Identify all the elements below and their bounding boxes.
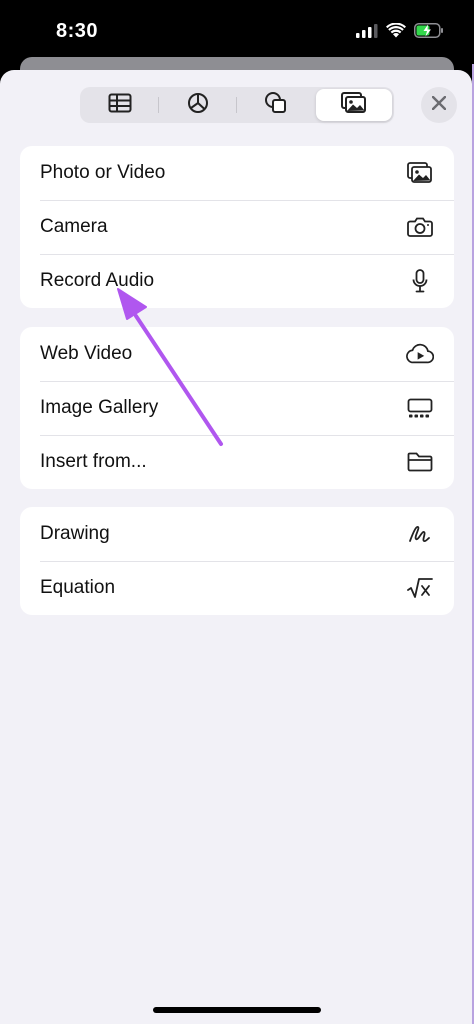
menu-item-record-audio[interactable]: Record Audio — [20, 254, 454, 308]
media-icon — [341, 91, 367, 119]
chart-icon — [187, 92, 209, 119]
status-icons — [356, 22, 444, 43]
wifi-icon — [386, 22, 406, 43]
insert-sheet: Photo or Video Camera Record Audio Web V… — [0, 70, 472, 1024]
status-time: 8:30 — [56, 20, 99, 42]
menu-item-web-video[interactable]: Web Video — [20, 327, 454, 381]
menu-item-label: Record Audio — [40, 270, 155, 291]
web-and-files-group: Web Video Image Gallery Insert from... — [20, 327, 454, 489]
tab-media[interactable] — [316, 89, 392, 121]
media-group: Photo or Video Camera Record Audio — [20, 146, 454, 308]
cloud-play-icon — [406, 340, 434, 368]
menu-item-label: Drawing — [40, 523, 110, 544]
tab-shapes[interactable] — [238, 89, 314, 121]
folder-icon — [406, 448, 434, 476]
shapes-icon — [264, 91, 288, 120]
tab-table[interactable] — [82, 89, 158, 121]
menu-item-label: Image Gallery — [40, 397, 159, 418]
segment-divider — [158, 97, 159, 113]
tab-chart[interactable] — [160, 89, 236, 121]
menu-item-insert-from[interactable]: Insert from... — [20, 435, 454, 489]
menu-item-image-gallery[interactable]: Image Gallery — [20, 381, 454, 435]
menu-item-camera[interactable]: Camera — [20, 200, 454, 254]
status-bar: 8:30 — [0, 0, 474, 64]
microphone-icon — [406, 267, 434, 295]
home-indicator — [153, 1007, 321, 1013]
drawing-icon — [406, 520, 434, 548]
insert-category-segmented-control — [80, 87, 394, 123]
menu-item-label: Insert from... — [40, 451, 147, 472]
close-icon — [431, 95, 447, 115]
photo-icon — [406, 159, 434, 187]
table-icon — [108, 93, 132, 118]
menu-item-drawing[interactable]: Drawing — [20, 507, 454, 561]
signal-icon — [356, 23, 378, 43]
gallery-icon — [406, 394, 434, 422]
menu-item-label: Camera — [40, 216, 108, 237]
menu-item-label: Web Video — [40, 343, 133, 364]
menu-item-label: Photo or Video — [40, 162, 166, 183]
segment-divider — [236, 97, 237, 113]
battery-charging-icon — [414, 23, 444, 43]
menu-item-equation[interactable]: Equation — [20, 561, 454, 615]
close-button[interactable] — [421, 87, 457, 123]
camera-icon — [406, 213, 434, 241]
menu-item-label: Equation — [40, 577, 116, 598]
drawing-equation-group: Drawing Equation — [20, 507, 454, 615]
equation-icon — [406, 574, 434, 602]
menu-item-photo-or-video[interactable]: Photo or Video — [20, 146, 454, 200]
